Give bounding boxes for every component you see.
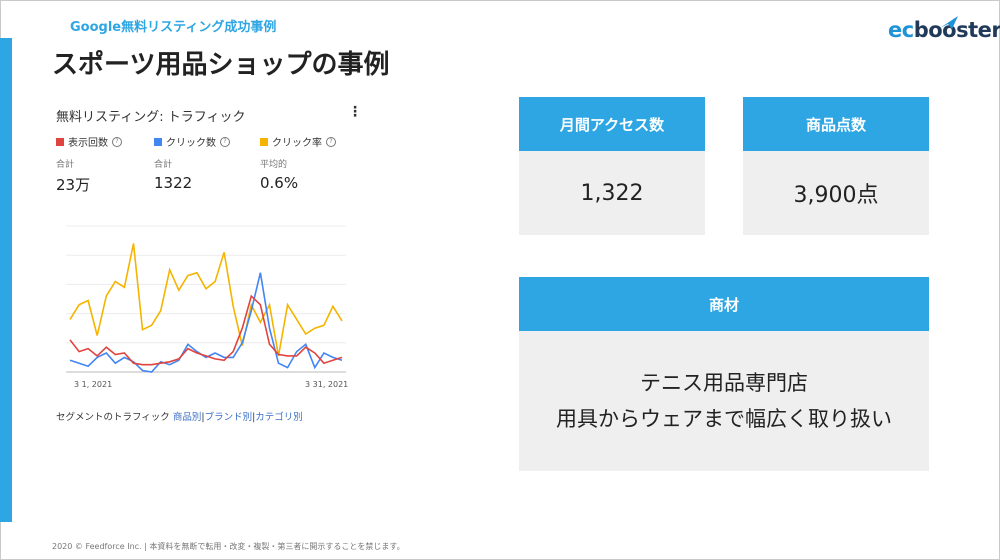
legend-label: クリック数 <box>166 138 216 149</box>
slide-subtitle: Google無料リスティング成功事例 <box>70 20 277 35</box>
x-tick-end: 3 31, 2021 <box>305 380 349 389</box>
chart-title: 無料リスティング: トラフィック <box>56 110 246 125</box>
material-box: 商材 テニス用品専門店 用具からウェアまで幅広く取り扱い <box>519 277 929 471</box>
metric-value: 1322 <box>154 174 193 192</box>
legend-swatch-yellow <box>260 137 268 146</box>
legend-swatch-blue <box>154 137 162 146</box>
logo-part-ec: ec <box>888 18 914 42</box>
material-line-1: テニス用品専門店 <box>640 371 808 395</box>
stat-box-monthly-access: 月間アクセス数 1,322 <box>519 97 705 235</box>
slide-title: スポーツ用品ショップの事例 <box>52 50 390 80</box>
stat-header: 月間アクセス数 <box>519 97 705 151</box>
metric-label: 平均的 <box>260 160 288 170</box>
segment-link-category[interactable]: カテゴリ別 <box>255 412 303 423</box>
traffic-line-chart <box>66 225 346 373</box>
metric-impressions[interactable]: 表示回数? 合計 23万 <box>56 134 122 195</box>
segment-traffic: セグメントのトラフィック 商品別|ブランド別|カテゴリ別 <box>56 412 303 423</box>
copyright-footer: 2020 © Feedforce Inc. | 本資料を無断で転用・改変・複製・… <box>52 542 405 551</box>
series-line-impressions <box>69 294 343 366</box>
legend-label: クリック率 <box>272 138 322 149</box>
rocket-icon <box>940 16 958 29</box>
metric-label: 合計 <box>154 160 173 170</box>
more-vertical-icon[interactable]: ⋮ <box>348 104 362 120</box>
stat-header: 商品点数 <box>743 97 929 151</box>
series-line-ctr <box>69 243 343 357</box>
metric-ctr[interactable]: クリック率? 平均的 0.6% <box>260 134 336 192</box>
help-icon[interactable]: ? <box>220 136 230 147</box>
segment-link-brand[interactable]: ブランド別 <box>205 412 253 423</box>
accent-bar <box>0 38 12 522</box>
metric-clicks[interactable]: クリック数? 合計 1322 <box>154 134 230 192</box>
material-header: 商材 <box>519 277 929 331</box>
material-line-2: 用具からウェアまで幅広く取り扱い <box>556 407 892 431</box>
x-tick-start: 3 1, 2021 <box>74 380 113 389</box>
metric-value: 23万 <box>56 176 91 194</box>
help-icon[interactable]: ? <box>112 136 122 147</box>
stat-box-item-count: 商品点数 3,900点 <box>743 97 929 235</box>
metric-value: 0.6% <box>260 174 299 192</box>
ecbooster-logo: ecbooster <box>888 14 1000 46</box>
material-body: テニス用品専門店 用具からウェアまで幅広く取り扱い <box>519 331 929 471</box>
help-icon[interactable]: ? <box>326 136 336 147</box>
stat-value: 3,900点 <box>743 151 929 235</box>
segment-link-product[interactable]: 商品別 <box>173 412 202 423</box>
legend-swatch-red <box>56 137 64 146</box>
legend-label: 表示回数 <box>68 138 108 149</box>
segment-prefix: セグメントのトラフィック <box>56 412 170 423</box>
metric-label: 合計 <box>56 160 75 170</box>
stat-value: 1,322 <box>519 151 705 235</box>
